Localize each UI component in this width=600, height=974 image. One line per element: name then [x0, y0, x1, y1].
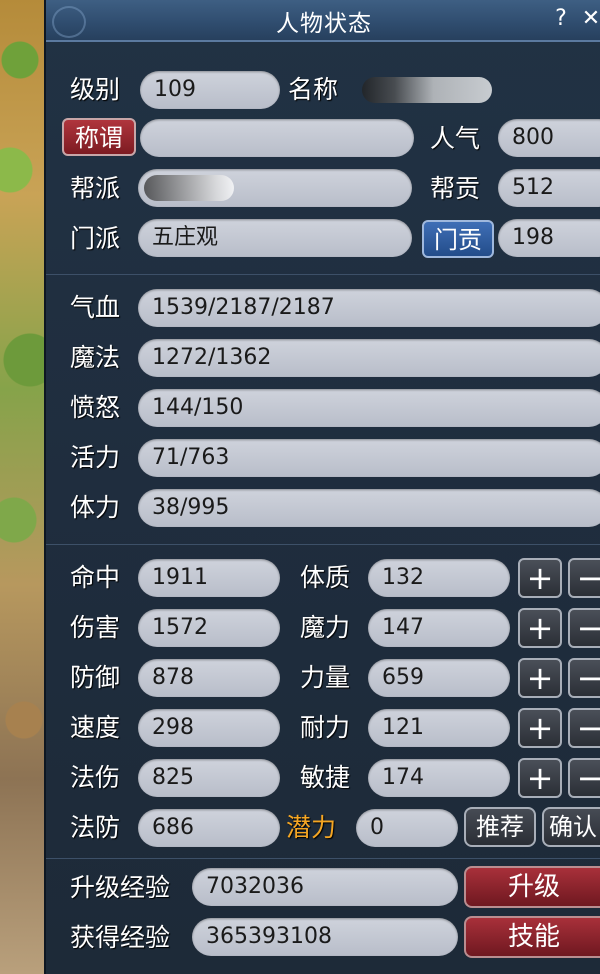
vital-field: 38/995	[138, 489, 600, 527]
gained-exp-field: 365393108	[192, 918, 458, 956]
character-status-window: 人物状态 ? ✕ 级别 109 名称 称谓 人气 800 帮派 帮贡 512 门…	[44, 0, 600, 974]
name-label: 名称	[288, 75, 339, 104]
attribute-field: 147	[368, 609, 510, 647]
skills-button[interactable]: 技能	[464, 916, 600, 958]
upgrade-button[interactable]: 升级	[464, 866, 600, 908]
attribute-plus-button[interactable]: +	[518, 758, 562, 798]
attribute-field: 132	[368, 559, 510, 597]
guild-label: 帮派	[70, 174, 121, 203]
vital-label: 活力	[70, 443, 121, 472]
divider	[46, 858, 600, 859]
popularity-field: 800	[498, 119, 600, 157]
combat-stat-field: 1911	[138, 559, 280, 597]
upgrade-exp-field: 7032036	[192, 868, 458, 906]
sect-field: 五庄观	[138, 219, 412, 257]
attribute-minus-button[interactable]: −	[568, 658, 600, 698]
sect-contribution-field: 198	[498, 219, 600, 257]
attribute-label: 魔力	[300, 613, 351, 642]
confirm-button[interactable]: 确认	[542, 807, 600, 847]
name-redacted	[362, 77, 492, 103]
attribute-field: 659	[368, 659, 510, 697]
combat-stat-field: 878	[138, 659, 280, 697]
attribute-plus-button[interactable]: +	[518, 558, 562, 598]
sect-label: 门派	[70, 224, 121, 253]
guild-field	[138, 169, 412, 207]
sect-contribution-button[interactable]: 门贡	[422, 220, 494, 258]
vital-label: 气血	[70, 293, 121, 322]
attribute-plus-button[interactable]: +	[518, 658, 562, 698]
name-field	[358, 71, 600, 109]
attribute-minus-button[interactable]: −	[568, 708, 600, 748]
attribute-label: 体质	[300, 563, 351, 592]
window-title: 人物状态	[276, 11, 372, 37]
combat-stat-field: 1572	[138, 609, 280, 647]
combat-stat-field: 686	[138, 809, 280, 847]
vital-field: 1539/2187/2187	[138, 289, 600, 327]
vital-label: 体力	[70, 493, 121, 522]
attribute-field: 121	[368, 709, 510, 747]
attribute-plus-button[interactable]: +	[518, 608, 562, 648]
divider	[46, 274, 600, 275]
help-icon[interactable]: ?	[548, 6, 574, 32]
title-field	[140, 119, 414, 157]
close-icon[interactable]: ✕	[578, 6, 600, 32]
combat-stat-label: 法伤	[70, 763, 121, 792]
attribute-minus-button[interactable]: −	[568, 608, 600, 648]
popularity-label: 人气	[430, 124, 481, 153]
title-button[interactable]: 称谓	[62, 118, 136, 156]
combat-stat-label: 伤害	[70, 613, 121, 642]
attribute-field: 174	[368, 759, 510, 797]
combat-stat-field: 298	[138, 709, 280, 747]
vital-label: 愤怒	[70, 393, 121, 422]
vital-field: 1272/1362	[138, 339, 600, 377]
attribute-label: 敏捷	[300, 763, 351, 792]
vital-field: 144/150	[138, 389, 600, 427]
recommend-button[interactable]: 推荐	[464, 807, 536, 847]
potential-label: 潜力	[286, 813, 337, 842]
combat-stat-label: 命中	[70, 563, 121, 592]
guild-contribution-label: 帮贡	[430, 174, 481, 203]
level-field: 109	[140, 71, 280, 109]
vital-field: 71/763	[138, 439, 600, 477]
attribute-plus-button[interactable]: +	[518, 708, 562, 748]
game-background	[0, 0, 44, 974]
attribute-minus-button[interactable]: −	[568, 558, 600, 598]
potential-field: 0	[356, 809, 458, 847]
guild-contribution-field: 512	[498, 169, 600, 207]
combat-stat-label: 法防	[70, 813, 121, 842]
attribute-label: 力量	[300, 663, 351, 692]
divider	[46, 544, 600, 545]
guild-redacted	[144, 175, 234, 201]
level-label: 级别	[70, 75, 121, 104]
combat-stat-label: 速度	[70, 713, 121, 742]
upgrade-exp-label: 升级经验	[70, 873, 171, 902]
attribute-label: 耐力	[300, 713, 351, 742]
attribute-minus-button[interactable]: −	[568, 758, 600, 798]
gained-exp-label: 获得经验	[70, 923, 171, 952]
title-bar[interactable]: 人物状态 ? ✕	[46, 0, 600, 42]
vital-label: 魔法	[70, 343, 121, 372]
combat-stat-field: 825	[138, 759, 280, 797]
combat-stat-label: 防御	[70, 663, 121, 692]
